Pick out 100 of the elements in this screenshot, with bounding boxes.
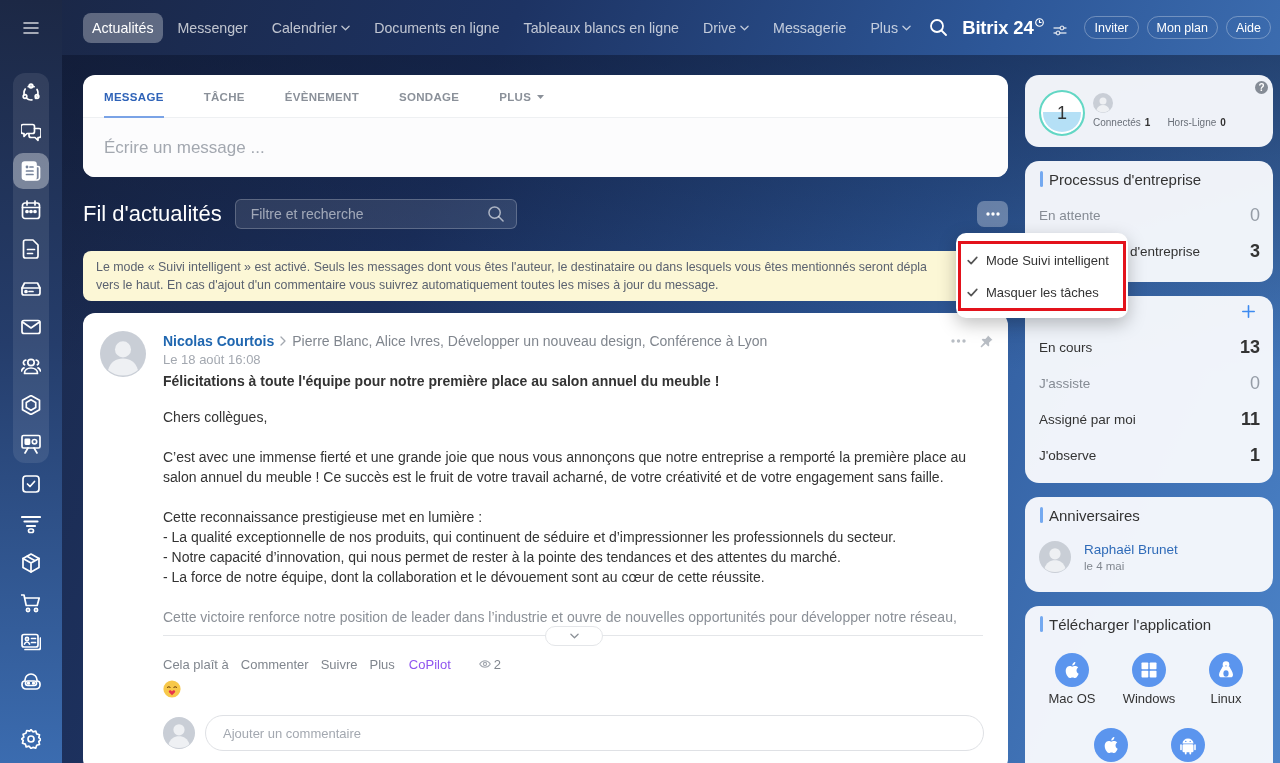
- post-paragraph: Cette victoire renforce notre position de leader dans l’industrie et ouvre de nouvelles opportunités pour développer notre réseau,: [163, 608, 958, 627]
- calendar-icon: [21, 199, 41, 220]
- post-date: Le 18 août 16:08: [163, 351, 261, 369]
- post-paragraph: Chers collègues,: [163, 408, 269, 427]
- cart-icon: [21, 592, 41, 613]
- counter-label[interactable]: En cours: [1039, 339, 1093, 355]
- recipients-text[interactable]: Pierre Blanc, Alice Ivres, Développer un nouveau design, Conférence à Lyon: [292, 333, 768, 349]
- views-count: 2: [493, 656, 501, 672]
- avatar: [1093, 93, 1113, 113]
- app-download-link[interactable]: [1170, 728, 1205, 762]
- counter-value: 0: [1250, 372, 1260, 394]
- penguin-icon: [1209, 653, 1243, 687]
- author-link[interactable]: Nicolas Courtois: [163, 333, 275, 349]
- comment-input[interactable]: Ajouter un commentaire: [223, 725, 966, 741]
- post-paragraph: C’est avec une immense fierté et une grande joie que nous vous annonçons que notre entreprise a remporté la première place au salon annuel du meuble ! Ce succès est le fruit de votre travail acharné, de votre créativité et de votre engagement sans faille.: [163, 448, 968, 487]
- counter-value: 11: [1240, 408, 1260, 430]
- nav-tab[interactable]: Actualités: [83, 12, 163, 43]
- box-icon: [21, 553, 41, 574]
- counter-label[interactable]: En attente: [1039, 207, 1101, 223]
- nav-tab[interactable]: Messagerie: [764, 12, 856, 43]
- sliders-icon[interactable]: [1053, 24, 1068, 36]
- counter-label[interactable]: J'assiste: [1039, 375, 1091, 391]
- composer-tab[interactable]: TÂCHE: [203, 75, 245, 118]
- settings-icon[interactable]: [21, 729, 41, 749]
- contact-card-icon: [21, 632, 41, 653]
- chat-icon: [21, 121, 41, 142]
- chevron-down-icon: [569, 633, 579, 639]
- counter-label[interactable]: d'entreprise: [1130, 243, 1201, 259]
- menu-item[interactable]: Masquer les tâches: [961, 276, 1123, 308]
- newspaper-icon: [21, 160, 41, 181]
- apple-icon: [1055, 653, 1089, 687]
- title-accent-bar: [1040, 616, 1043, 632]
- action-link[interactable]: Suivre: [320, 656, 358, 672]
- post-title: Félicitations à toute l'équipe pour notre première place au salon annuel du meuble !: [163, 372, 721, 391]
- counter-value: 0: [1250, 204, 1260, 226]
- nav-tab[interactable]: Messenger: [168, 12, 257, 43]
- message-input[interactable]: Écrire un message ...: [104, 137, 987, 158]
- app-download-link[interactable]: [1093, 728, 1128, 762]
- copilot-link[interactable]: CoPilot: [408, 656, 451, 672]
- sidebar-item[interactable]: [13, 152, 49, 189]
- funnel-icon: [21, 513, 41, 534]
- plus-icon[interactable]: [1242, 304, 1255, 318]
- search-field[interactable]: Filtre et recherche: [234, 199, 517, 229]
- person-name-link[interactable]: Raphaël Brunet: [1084, 542, 1178, 557]
- avatar: [1039, 541, 1071, 573]
- composer-tab[interactable]: ÉVÈNEMENT: [284, 75, 360, 118]
- nav-tab[interactable]: Drive: [693, 12, 759, 43]
- checkbox-icon: [21, 474, 41, 494]
- clock-icon: [1035, 18, 1045, 27]
- card-title: Télécharger l'application: [1049, 615, 1212, 633]
- stat-value: 1: [1144, 117, 1151, 128]
- search-icon: [487, 206, 504, 222]
- card-title: Anniversaires: [1049, 506, 1140, 524]
- chevron-right-icon: [280, 336, 287, 346]
- counter-label[interactable]: J'observe: [1039, 447, 1097, 463]
- stat-label: Hors-Ligne: [1167, 117, 1217, 128]
- stat-label: Connectés: [1093, 117, 1141, 128]
- nav-tab[interactable]: Plus: [861, 12, 920, 43]
- counter-label[interactable]: Assigné par moi: [1039, 411, 1136, 427]
- action-link[interactable]: Cela plaît à: [163, 656, 229, 672]
- eye-icon: [478, 660, 491, 668]
- feed-title: Fil d'actualités: [83, 201, 222, 227]
- emoji-icon[interactable]: [163, 680, 181, 698]
- post-paragraph: Cette reconnaissance prestigieuse met en lumière : - La qualité exceptionnelle de nos produits, qui continuent de séduire et d’impressionner les professionnels du secteur. - Notre capacité d’innovation, qui nous permet de rester à la pointe des tendances et des attentes du marché. - La force de notre équipe, dont la collaboration et le dévouement sont au cœur de cette réussite.: [163, 508, 898, 587]
- document-icon: [21, 238, 41, 259]
- counter-value: 3: [1250, 240, 1260, 262]
- composer-tab[interactable]: SONDAGE: [399, 75, 460, 118]
- more-button[interactable]: [977, 201, 1008, 227]
- app-download-link[interactable]: Windows: [1122, 653, 1176, 706]
- card-title: Processus d'entreprise: [1049, 170, 1202, 188]
- hexagon-icon: [21, 394, 41, 415]
- avatar: [100, 331, 146, 377]
- composer-tab[interactable]: PLUS: [499, 75, 545, 118]
- counter-value: 1: [1250, 444, 1260, 466]
- logo-text[interactable]: Bitrix 24: [962, 16, 1034, 39]
- nav-tab[interactable]: Documents en ligne: [365, 12, 509, 43]
- search-icon[interactable]: [930, 19, 948, 36]
- birthday-date: le 4 mai: [1084, 560, 1125, 572]
- app-download-link[interactable]: Mac OS: [1048, 653, 1096, 706]
- menu-item[interactable]: Mode Suivi intelligent: [961, 244, 1123, 276]
- action-link[interactable]: Plus: [369, 656, 395, 672]
- more-icon: [985, 212, 1000, 216]
- notice-text: Le mode « Suivi intelligent » est activé. Seuls les messages dont vous êtes l'auteur, le destinataire ou dans lesquels vous êtes mentionnés seront dépla vers le haut. En cas d'ajout d'un commentaire vous suivrez automatiquement toutes les mises à jour du message.: [96, 259, 927, 294]
- title-accent-bar: [1040, 507, 1043, 523]
- nav-tab[interactable]: Tableaux blancs en ligne: [514, 12, 688, 43]
- menu-icon[interactable]: [23, 21, 39, 34]
- windows-icon: [1132, 653, 1166, 687]
- search-input[interactable]: Filtre et recherche: [250, 206, 488, 222]
- help-button[interactable]: ?: [1255, 81, 1268, 94]
- nav-tab[interactable]: Calendrier: [262, 12, 360, 43]
- presentation-board-icon: [21, 433, 41, 454]
- title-accent-bar: [1040, 171, 1043, 187]
- online-count-ring: 1: [1039, 90, 1085, 136]
- avatar: [163, 717, 195, 749]
- stat-value: 0: [1220, 117, 1226, 128]
- robot-icon: [21, 671, 41, 692]
- action-link[interactable]: Commenter: [240, 656, 309, 672]
- circle-dots-icon: [21, 82, 41, 103]
- app-download-link[interactable]: Linux: [1209, 653, 1243, 706]
- counter-value: 13: [1239, 336, 1260, 358]
